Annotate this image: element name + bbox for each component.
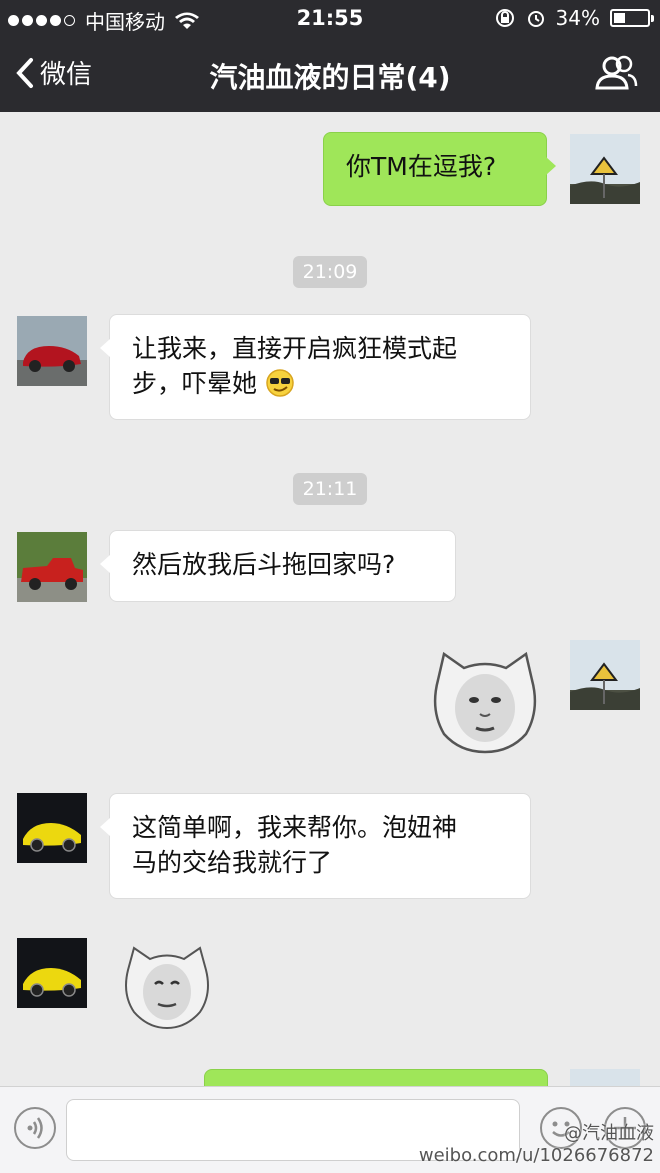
message-bubble[interactable] — [204, 1069, 548, 1086]
message-bubble[interactable]: 然后放我后斗拖回家吗? — [100, 530, 456, 602]
chat-title: 汽油血液的日常(4) — [209, 61, 451, 94]
member-avatar[interactable] — [17, 316, 87, 386]
watermark-handle: @汽油血液 — [564, 1123, 654, 1144]
rotation-lock-icon — [495, 9, 514, 27]
member-avatar[interactable] — [17, 793, 87, 863]
timestamp: 21:09 — [0, 256, 660, 288]
message-text-line: 这简单啊，我来帮你。泡妞神 — [132, 813, 458, 842]
message-text: 步，吓晕她 — [132, 369, 258, 398]
message-text: 你TM在逗我? — [346, 152, 497, 181]
status-bar: 中国移动 21:55 34% — [0, 0, 660, 36]
message-bubble[interactable]: 这简单啊，我来帮你。泡妞神 马的交给我就行了 — [100, 793, 531, 899]
chat-area[interactable]: 你TM在逗我? 21:09 让我来，直接开启疯狂模式起 步，吓晕她 21:11 … — [0, 112, 660, 1086]
timestamp: 21:11 — [0, 473, 660, 505]
battery-icon — [610, 9, 654, 27]
message-text: 然后放我后斗拖回家吗? — [132, 550, 396, 579]
watermark-url: weibo.com/u/1026676872 — [418, 1145, 654, 1166]
voice-wave-icon — [27, 1117, 43, 1139]
member-avatar[interactable] — [17, 938, 87, 1008]
member-avatar[interactable] — [17, 532, 87, 602]
meme-face-sticker[interactable] — [122, 944, 212, 1030]
yellow-sportscar-avatar-icon — [17, 938, 87, 1008]
red-sedan-avatar-icon — [17, 316, 87, 386]
status-right: 34% — [494, 6, 654, 30]
message-bubble[interactable]: 你TM在逗我? — [323, 132, 556, 206]
road-sign-avatar-icon — [570, 1069, 640, 1086]
top-bar: 中国移动 21:55 34% 微信 汽油血液的日常(4) — [0, 0, 660, 112]
weibo-watermark: @汽油血液 weibo.com/u/1026676872 — [419, 1123, 654, 1167]
voice-button[interactable] — [14, 1107, 56, 1149]
input-bar: @汽油血液 weibo.com/u/1026676872 — [0, 1086, 660, 1173]
message-text-line: 步，吓晕她 — [132, 366, 508, 401]
meme-face-sticker[interactable] — [430, 650, 540, 754]
message-text-line: 马的交给我就行了 — [132, 848, 333, 877]
self-avatar[interactable] — [570, 134, 640, 204]
alarm-icon — [527, 11, 544, 27]
cool-sunglasses-emoji-icon — [266, 369, 294, 397]
message-text-line: 让我来，直接开启疯狂模式起 — [132, 334, 458, 363]
road-sign-avatar-icon — [570, 134, 640, 204]
people-icon — [595, 55, 638, 90]
road-sign-avatar-icon — [570, 640, 640, 710]
group-members-button[interactable] — [594, 54, 638, 94]
yellow-sportscar-avatar-icon — [17, 793, 87, 863]
timestamp-label: 21:09 — [292, 256, 368, 288]
self-avatar[interactable] — [570, 640, 640, 710]
nav-bar: 微信 汽油血液的日常(4) — [0, 40, 660, 110]
message-bubble[interactable]: 让我来，直接开启疯狂模式起 步，吓晕她 — [100, 314, 531, 420]
battery-percent: 34% — [555, 6, 600, 30]
self-avatar[interactable] — [570, 1069, 640, 1086]
red-pickup-avatar-icon — [17, 532, 87, 602]
timestamp-label: 21:11 — [292, 473, 368, 505]
